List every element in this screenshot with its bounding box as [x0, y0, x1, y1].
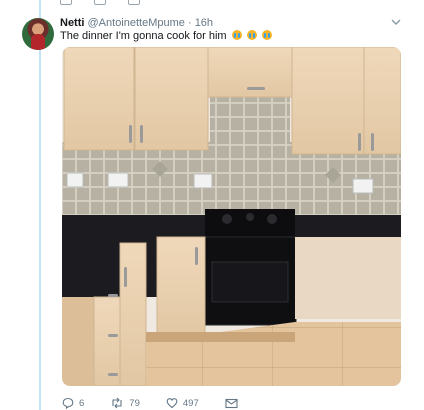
tweet-photo[interactable] — [62, 47, 401, 386]
reply-icon — [62, 397, 74, 409]
tweet-header: Netti @AntoinetteMpume · 16h — [60, 16, 213, 30]
heart-icon — [166, 398, 178, 409]
thread-connector-line — [39, 0, 41, 410]
display-name[interactable]: Netti — [60, 17, 84, 29]
reply-count: 6 — [79, 397, 85, 409]
loudly-crying-face-emoji-1 — [231, 30, 242, 40]
retweet-icon — [112, 397, 122, 409]
loudly-crying-face-emoji-3 — [261, 30, 272, 40]
previous-tweet-actions — [60, 0, 140, 5]
kitchen-photo — [62, 47, 401, 386]
envelope-icon — [225, 398, 238, 408]
retweet-action[interactable]: 79 — [110, 397, 140, 409]
retweet-count: 79 — [129, 397, 140, 409]
tweet-text: The dinner I'm gonna cook for him — [60, 29, 272, 44]
timestamp[interactable]: 16h — [195, 17, 213, 29]
tweet-body: The dinner I'm gonna cook for him — [60, 30, 227, 42]
avatar[interactable] — [22, 18, 54, 50]
reply-icon[interactable] — [60, 0, 72, 5]
like-count: 497 — [182, 397, 199, 409]
reply-action[interactable]: 6 — [62, 397, 84, 409]
user-handle[interactable]: @AntoinetteMpume — [88, 17, 185, 29]
direct-message-action[interactable] — [225, 398, 238, 409]
tweet-actions: 6 79 497 — [62, 396, 264, 410]
retweet-icon[interactable] — [94, 0, 106, 5]
separator-dot: · — [184, 17, 195, 29]
loudly-crying-face-emoji-2 — [246, 30, 257, 40]
chevron-down-icon[interactable] — [390, 16, 402, 28]
like-action[interactable]: 497 — [166, 397, 199, 409]
like-icon[interactable] — [128, 0, 140, 5]
